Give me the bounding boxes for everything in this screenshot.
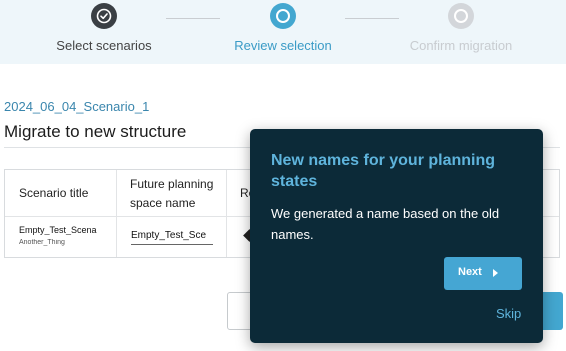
next-button[interactable]: Next — [444, 257, 522, 290]
step-select-scenarios[interactable]: Select scenarios — [14, 3, 194, 53]
future-name-input[interactable]: Empty_Test_Sce — [131, 228, 213, 245]
chevron-right-icon — [493, 269, 498, 277]
progress-stepper: Select scenarios Review selection Confir… — [0, 0, 566, 64]
table-row-scenario-subtitle: Another_Thing — [19, 239, 65, 246]
step-label: Review selection — [234, 38, 332, 53]
step-review-selection[interactable]: Review selection — [193, 3, 373, 53]
page-title: Migrate to new structure — [4, 122, 187, 141]
current-step-icon — [270, 3, 296, 29]
column-divider — [226, 170, 227, 257]
upcoming-step-icon — [448, 3, 474, 29]
next-button-label: Next — [458, 266, 482, 278]
scenario-name-link[interactable]: 2024_06_04_Scenario_1 — [4, 99, 149, 114]
popover-title: New names for your planning states — [271, 152, 496, 190]
check-icon — [91, 3, 117, 29]
column-header-future-planning-space-name: Future planning space name — [130, 177, 214, 210]
table-row-scenario-title: Empty_Test_Scena — [19, 225, 97, 235]
step-label: Select scenarios — [56, 38, 152, 53]
column-header-scenario-title: Scenario title — [19, 186, 89, 200]
step-label: Confirm migration — [409, 38, 513, 53]
popover-body: We generated a name based on the old nam… — [271, 206, 500, 242]
step-confirm-migration: Confirm migration — [371, 3, 551, 53]
tour-popover: New names for your planning states We ge… — [250, 129, 543, 343]
column-divider — [116, 170, 117, 257]
skip-link[interactable]: Skip — [496, 306, 521, 321]
